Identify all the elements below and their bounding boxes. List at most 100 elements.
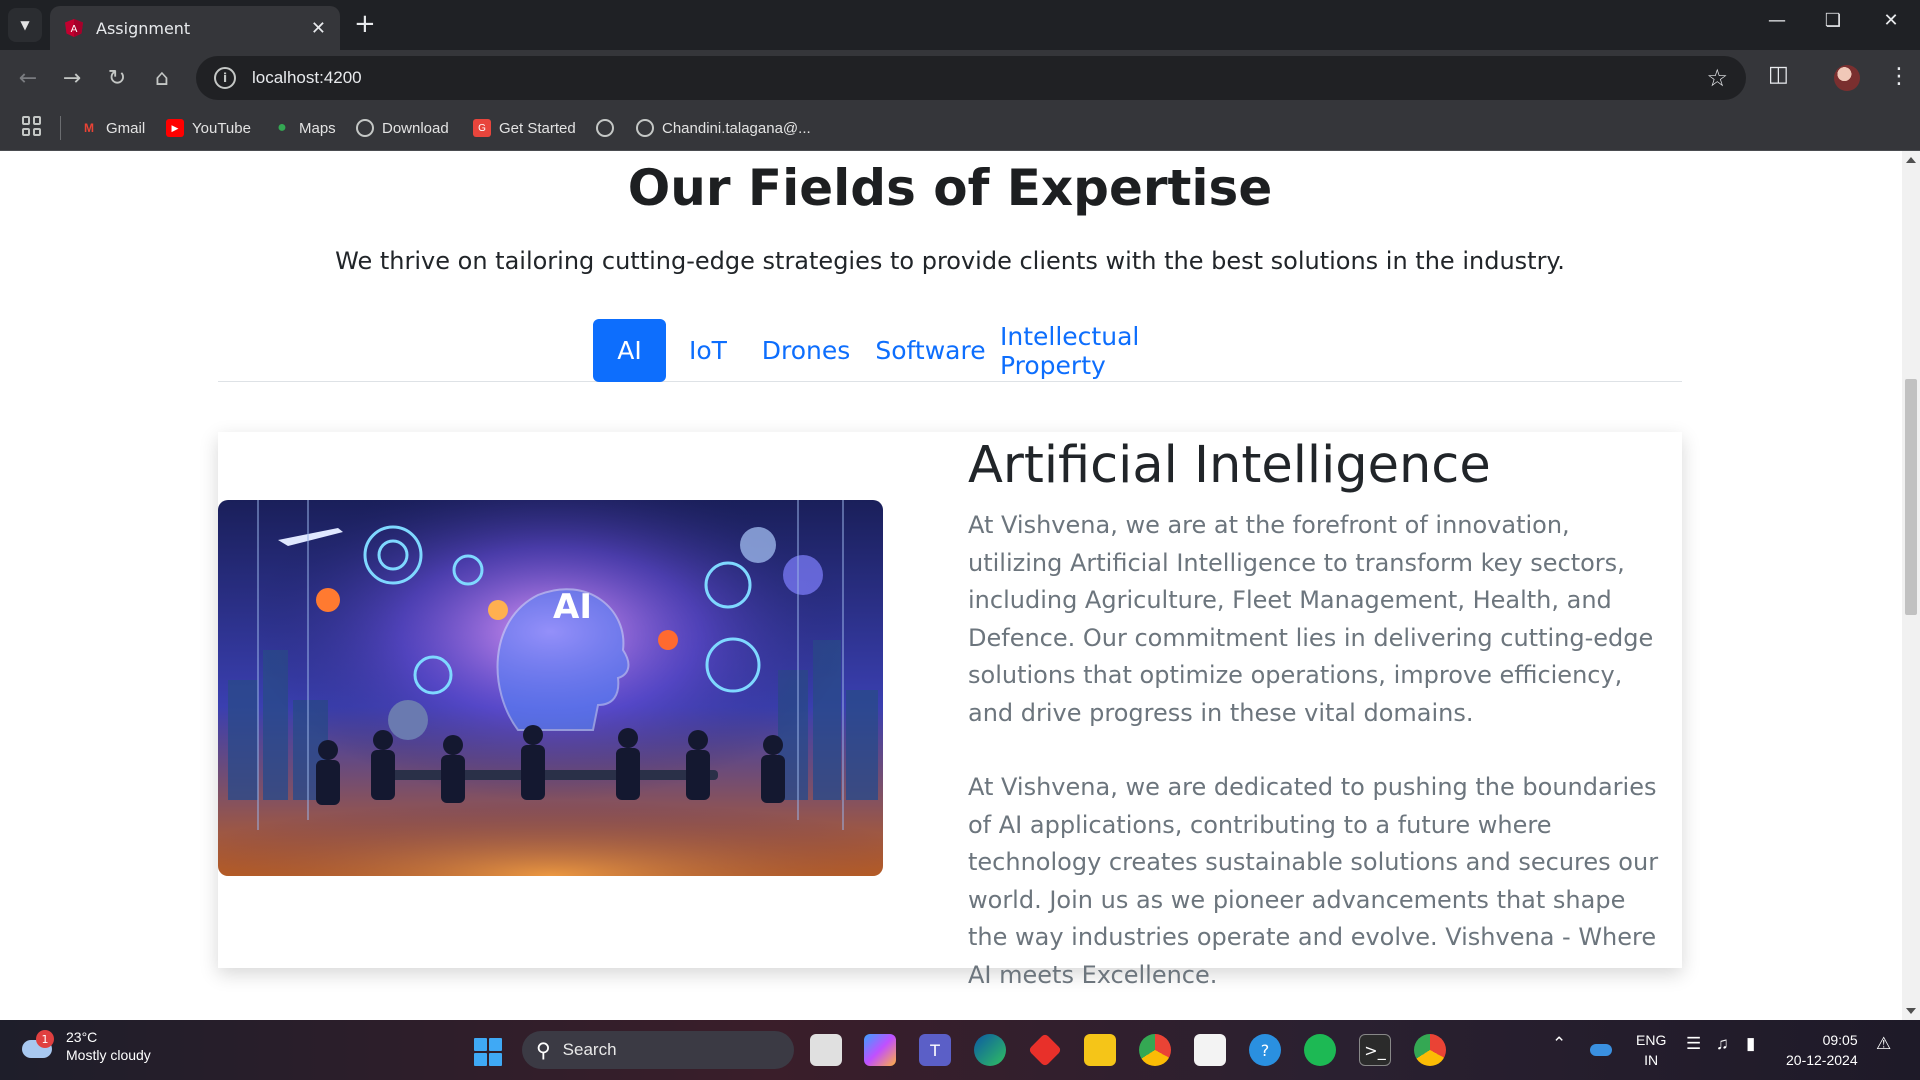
copilot-icon[interactable] bbox=[864, 1034, 896, 1066]
chrome-profile-icon[interactable] bbox=[1414, 1034, 1446, 1066]
tab-software[interactable]: Software bbox=[863, 319, 998, 382]
weather-cloud-icon: 1 bbox=[20, 1030, 54, 1060]
teams-icon[interactable]: T bbox=[919, 1034, 951, 1066]
ai-image-label: AI bbox=[553, 587, 592, 627]
help-icon[interactable]: ? bbox=[1249, 1034, 1281, 1066]
tab-intellectual-property[interactable]: Intellectual Property bbox=[1000, 319, 1250, 382]
volume-icon[interactable]: ♫ bbox=[1716, 1034, 1729, 1054]
scroll-down-icon[interactable] bbox=[1906, 1008, 1916, 1014]
bookmark-label: Gmail bbox=[106, 119, 146, 137]
globe-icon bbox=[596, 119, 614, 137]
browser-tab[interactable]: A Assignment ✕ bbox=[50, 6, 340, 50]
store-icon[interactable] bbox=[1194, 1034, 1226, 1066]
wifi-icon[interactable]: ☰ bbox=[1686, 1034, 1701, 1054]
gmail-icon: M bbox=[84, 121, 94, 135]
get-started-icon: G bbox=[473, 119, 491, 137]
weather-condition: Mostly cloudy bbox=[66, 1047, 151, 1063]
card-heading: Artificial Intelligence bbox=[968, 436, 1491, 495]
region-code: IN bbox=[1644, 1052, 1659, 1068]
battery-icon[interactable]: ▮ bbox=[1746, 1034, 1755, 1054]
profile-avatar[interactable] bbox=[1834, 65, 1860, 91]
chevron-up-icon[interactable]: ⌃ bbox=[1552, 1034, 1566, 1054]
terminal-icon[interactable]: >_ bbox=[1359, 1034, 1391, 1066]
tab-iot[interactable]: IoT bbox=[668, 319, 748, 382]
card-paragraph-2: At Vishvena, we are dedicated to pushing… bbox=[968, 773, 1659, 989]
bookmark-maps[interactable]: ● Maps bbox=[273, 116, 336, 140]
home-icon[interactable]: ⌂ bbox=[148, 64, 176, 92]
tab-ai[interactable]: AI bbox=[593, 319, 666, 382]
page-viewport: Our Fields of Expertise We thrive on tai… bbox=[0, 151, 1920, 1020]
scrollbar-thumb[interactable] bbox=[1905, 379, 1917, 615]
tab-drones[interactable]: Drones bbox=[751, 319, 861, 382]
notification-badge: 1 bbox=[36, 1030, 54, 1048]
bookmark-label: Get Started bbox=[499, 119, 576, 137]
weather-temperature: 23°C bbox=[66, 1029, 98, 1045]
bookmark-globe[interactable] bbox=[596, 116, 622, 140]
page-scrollbar[interactable] bbox=[1902, 151, 1920, 1020]
task-view-icon[interactable] bbox=[810, 1034, 842, 1066]
bookmarks-divider bbox=[60, 116, 61, 140]
clock-date: 20-12-2024 bbox=[1786, 1052, 1858, 1068]
chevron-down-icon: ▼ bbox=[20, 18, 30, 32]
maps-icon: ● bbox=[277, 119, 287, 136]
expertise-card: AI Artificial Intelligence At Vishvena, … bbox=[218, 432, 1682, 989]
apps-icon[interactable] bbox=[22, 116, 42, 136]
windows-start-icon[interactable] bbox=[474, 1038, 502, 1066]
bookmark-get-started[interactable]: G Get Started bbox=[473, 116, 576, 140]
scroll-up-icon[interactable] bbox=[1906, 157, 1916, 163]
section-title: Our Fields of Expertise bbox=[627, 159, 1273, 217]
url-text: localhost:4200 bbox=[252, 68, 362, 87]
new-tab-button[interactable]: + bbox=[354, 10, 376, 38]
system-clock[interactable]: 09:05 20-12-2024 bbox=[1786, 1030, 1858, 1070]
chrome-icon[interactable] bbox=[1139, 1034, 1171, 1066]
bookmark-chandini[interactable]: Chandini.talagana@... bbox=[636, 116, 811, 140]
reload-icon[interactable]: ↻ bbox=[103, 64, 131, 92]
browser-toolbar: ← → ↻ ⌂ i localhost:4200 ☆ bbox=[0, 50, 1920, 106]
svg-text:A: A bbox=[71, 24, 78, 35]
onedrive-icon[interactable] bbox=[1590, 1044, 1612, 1056]
taskbar: 1 23°C Mostly cloudy ⚲ Search T ? >_ ⌃ E… bbox=[0, 1020, 1920, 1080]
clock-time: 09:05 bbox=[1822, 1032, 1858, 1048]
bookmark-gmail[interactable]: M Gmail bbox=[80, 116, 145, 140]
card-paragraph-1: At Vishvena, we are at the forefront of … bbox=[968, 511, 1654, 727]
anydesk-icon[interactable] bbox=[1028, 1033, 1062, 1067]
bookmark-label: Chandini.talagana@... bbox=[662, 119, 811, 137]
bookmark-youtube[interactable]: ▶ YouTube bbox=[166, 116, 251, 140]
globe-icon bbox=[356, 119, 374, 137]
bookmark-star-icon[interactable]: ☆ bbox=[1706, 64, 1728, 92]
file-explorer-icon[interactable] bbox=[1084, 1034, 1116, 1066]
back-icon[interactable]: ← bbox=[14, 64, 42, 92]
search-icon: ⚲ bbox=[536, 1038, 551, 1062]
expertise-tabs: AI IoT Drones Software Intellectual Prop… bbox=[218, 319, 1682, 382]
site-info-icon[interactable]: i bbox=[214, 67, 236, 89]
language-code: ENG bbox=[1636, 1032, 1667, 1048]
extensions-icon[interactable]: ◫ bbox=[1768, 62, 1789, 87]
section-subtitle: We thrive on tailoring cutting-edge stra… bbox=[335, 247, 1565, 275]
browser-tabbar: ▼ A Assignment ✕ + — ❏ ✕ bbox=[0, 0, 1920, 50]
close-icon[interactable]: ✕ bbox=[311, 18, 326, 39]
weather-widget[interactable]: 1 23°C Mostly cloudy bbox=[20, 1028, 151, 1064]
spotify-icon[interactable] bbox=[1304, 1034, 1336, 1066]
globe-icon bbox=[636, 119, 654, 137]
forward-icon[interactable]: → bbox=[58, 64, 86, 92]
search-label: Search bbox=[562, 1040, 617, 1059]
bookmark-download[interactable]: Download bbox=[356, 116, 449, 140]
bookmark-label: Download bbox=[382, 119, 449, 137]
tab-title: Assignment bbox=[96, 18, 191, 38]
bookmark-label: YouTube bbox=[192, 119, 251, 137]
ai-illustration-image: AI bbox=[218, 500, 883, 876]
address-bar[interactable]: i localhost:4200 ☆ bbox=[196, 56, 1746, 100]
notifications-bell-icon[interactable]: ⚠ bbox=[1876, 1034, 1891, 1054]
language-indicator[interactable]: ENG IN bbox=[1636, 1030, 1666, 1070]
minimize-icon[interactable]: — bbox=[1762, 10, 1792, 31]
tab-search-button[interactable]: ▼ bbox=[8, 8, 42, 42]
edge-icon[interactable] bbox=[974, 1034, 1006, 1066]
angular-icon: A bbox=[65, 19, 83, 37]
menu-icon[interactable]: ⋮ bbox=[1888, 64, 1910, 89]
bookmarks-bar: M Gmail ▶ YouTube ● Maps Download G Get … bbox=[0, 106, 1920, 151]
bookmark-label: Maps bbox=[299, 119, 336, 137]
close-window-icon[interactable]: ✕ bbox=[1876, 10, 1906, 31]
restore-icon[interactable]: ❏ bbox=[1818, 10, 1848, 31]
youtube-icon: ▶ bbox=[166, 119, 184, 137]
taskbar-search[interactable]: ⚲ Search bbox=[522, 1031, 794, 1069]
